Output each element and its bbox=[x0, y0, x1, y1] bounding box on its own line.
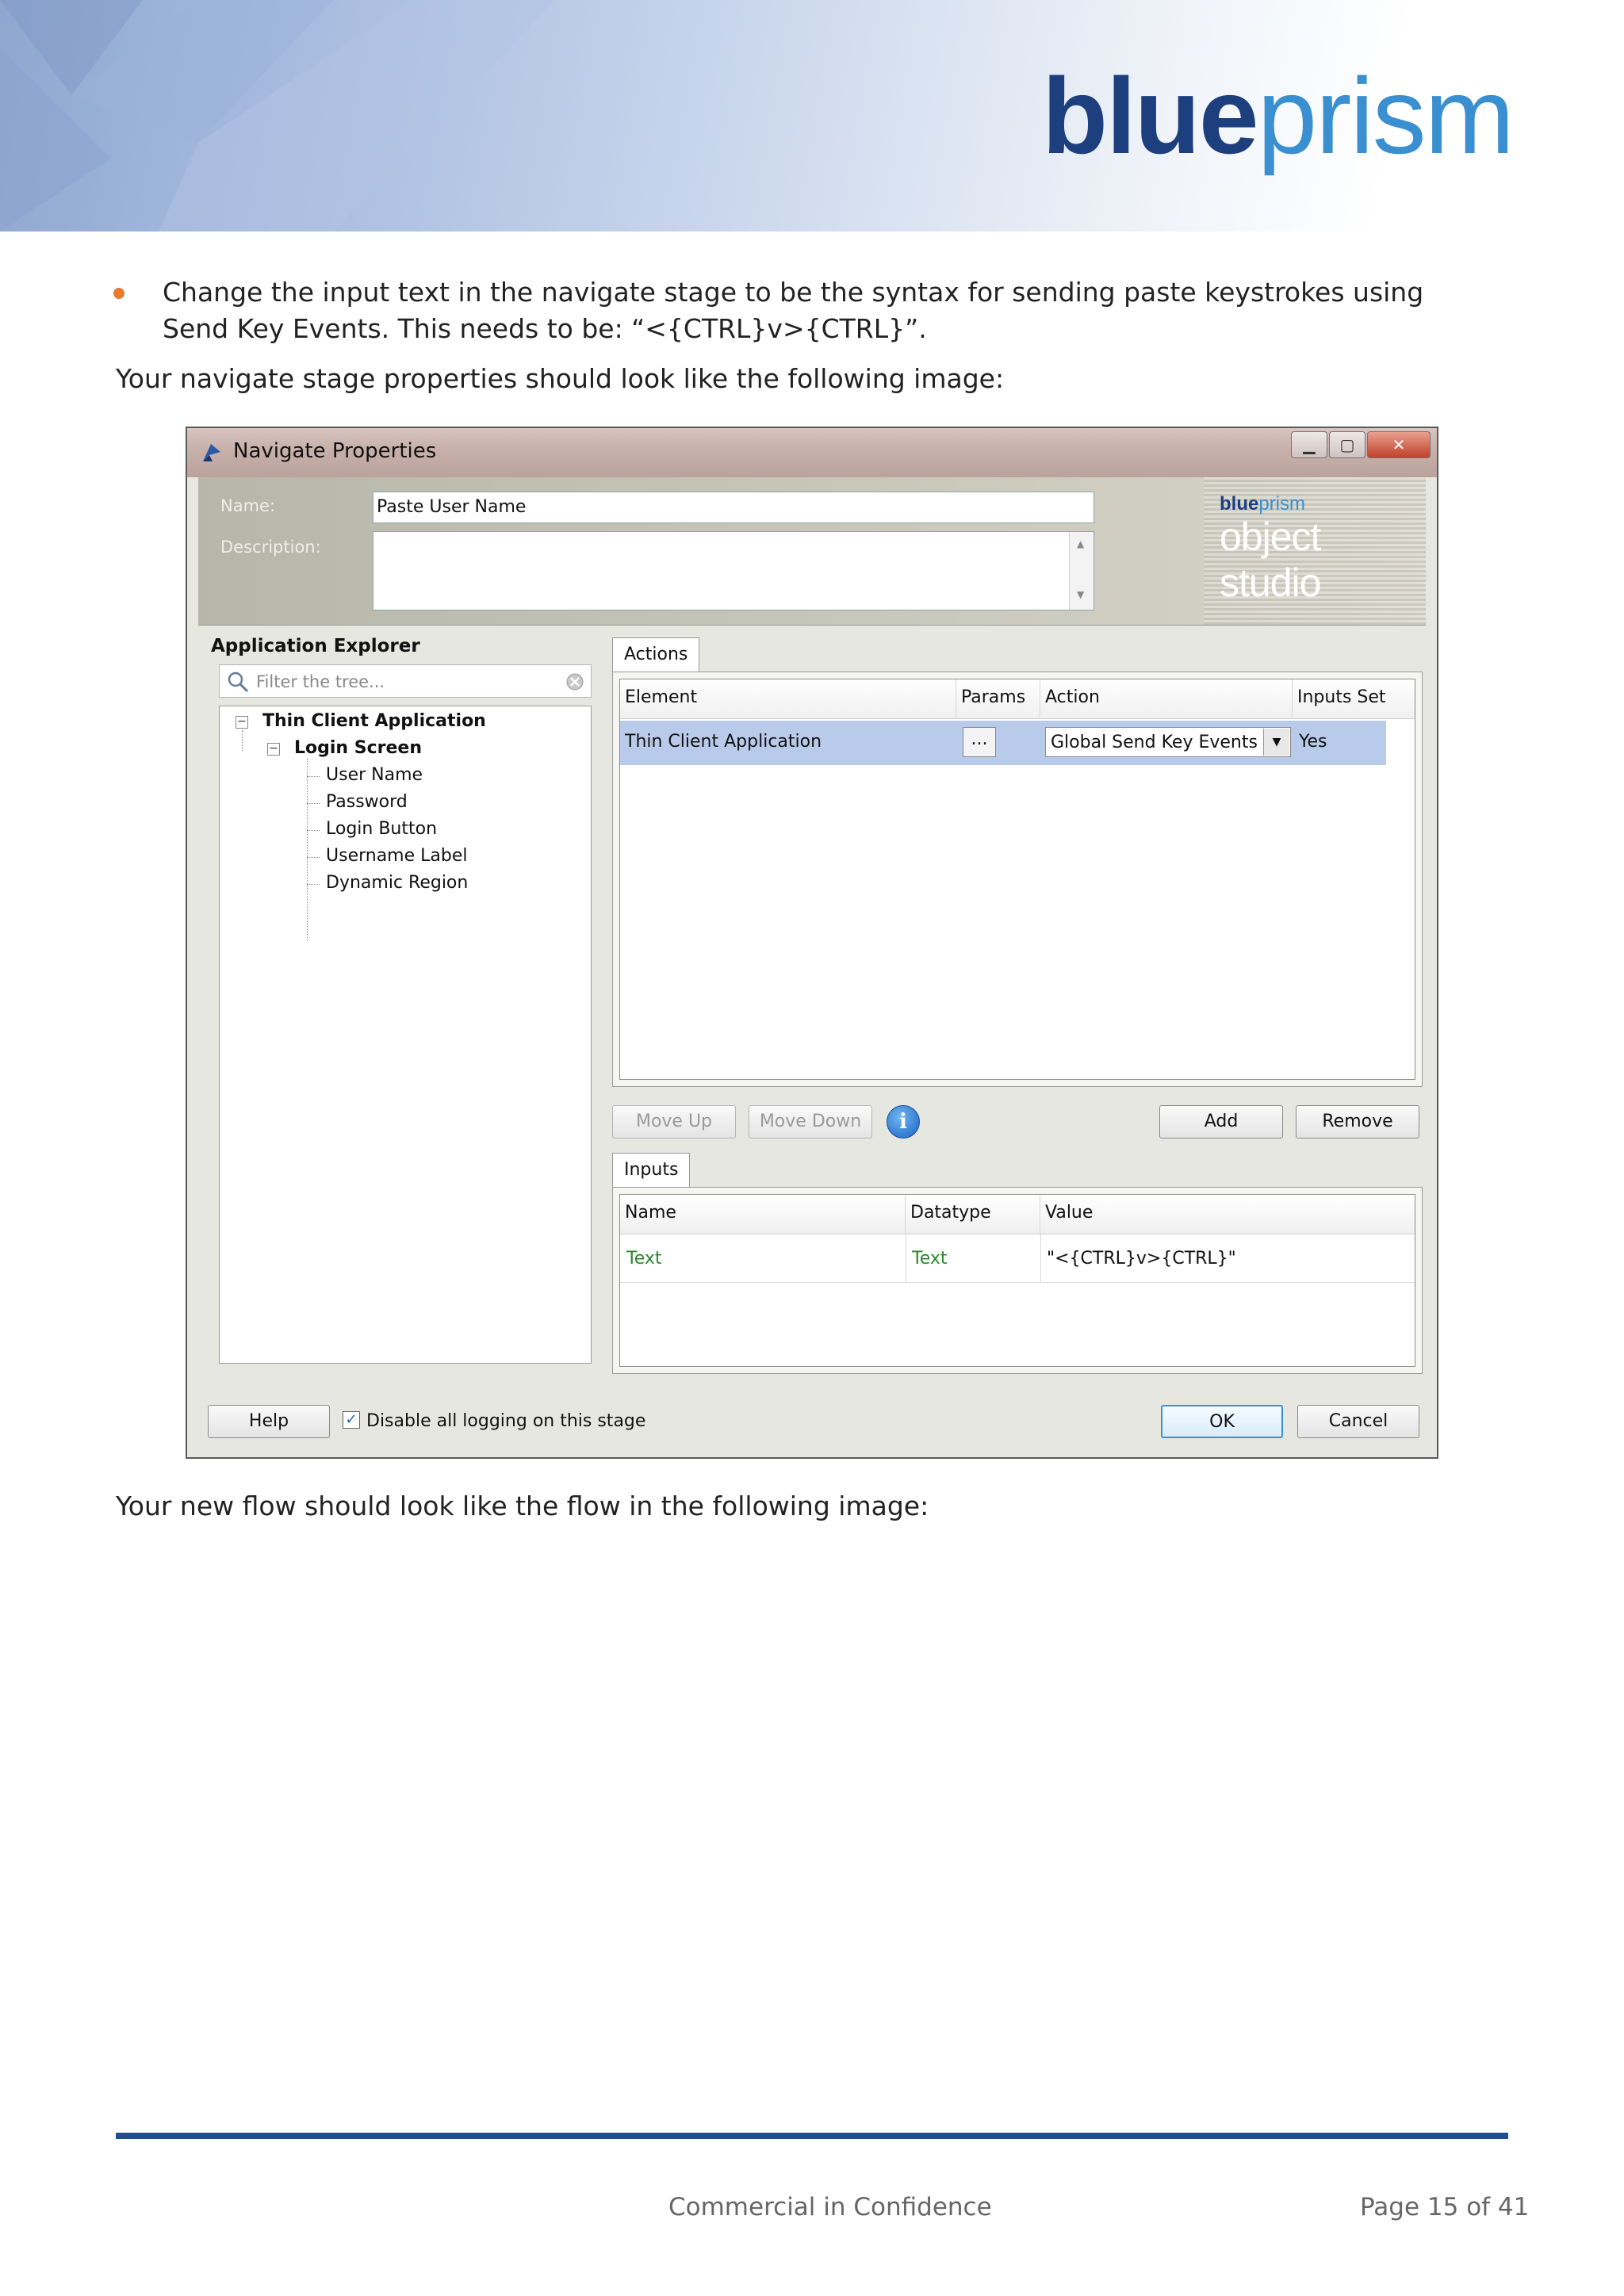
header-decoration bbox=[0, 0, 555, 232]
table-row[interactable]: Thin Client Application ... Global Send … bbox=[620, 721, 1386, 765]
description-scrollbar[interactable]: ▲ ▼ bbox=[1069, 532, 1094, 610]
clear-icon[interactable] bbox=[565, 672, 584, 691]
tree-node-element[interactable]: Username Label bbox=[326, 846, 468, 866]
description-field[interactable]: ▲ ▼ bbox=[373, 531, 1094, 610]
tab-actions[interactable]: Actions bbox=[612, 637, 700, 672]
inputs-panel: Name Datatype Value Text Text "<{CTRL}v>… bbox=[612, 1187, 1423, 1374]
move-down-button[interactable]: Move Down bbox=[749, 1105, 872, 1138]
dialog-titlebar: Navigate Properties ▁ ▢ ✕ bbox=[187, 428, 1437, 477]
scroll-up-icon[interactable]: ▲ bbox=[1077, 538, 1084, 549]
cell-input-datatype: Text bbox=[912, 1249, 948, 1269]
move-up-button[interactable]: Move Up bbox=[612, 1105, 736, 1138]
bullet-dot-icon bbox=[113, 288, 124, 299]
disable-logging-checkbox[interactable]: ✓ bbox=[343, 1411, 360, 1429]
application-explorer-title: Application Explorer bbox=[211, 636, 420, 656]
brand-object-studio: object studio bbox=[1220, 515, 1321, 605]
remove-button[interactable]: Remove bbox=[1296, 1105, 1419, 1138]
tree-node-element[interactable]: Login Button bbox=[326, 819, 437, 839]
actions-grid: Element Params Action Inputs Set Thin Cl… bbox=[619, 679, 1415, 1080]
cell-element: Thin Client Application bbox=[625, 732, 822, 752]
tree-connector bbox=[307, 830, 320, 831]
logo-prism: prism bbox=[1257, 55, 1515, 176]
tree-node-element[interactable]: User Name bbox=[326, 765, 423, 785]
name-field[interactable]: Paste User Name bbox=[373, 492, 1094, 523]
application-tree[interactable]: − Thin Client Application − Login Screen… bbox=[219, 706, 592, 1364]
tree-node-login-screen[interactable]: Login Screen bbox=[294, 738, 422, 758]
action-dropdown-value: Global Send Key Events bbox=[1051, 733, 1258, 752]
brand-small-blue: blue bbox=[1220, 493, 1259, 515]
maximize-icon[interactable]: ▢ bbox=[1329, 431, 1365, 458]
brand-small-logo: blueprism bbox=[1220, 493, 1305, 515]
window-controls: ▁ ▢ ✕ bbox=[1289, 431, 1431, 458]
tab-inputs[interactable]: Inputs bbox=[612, 1153, 691, 1188]
tree-connector bbox=[242, 730, 243, 751]
brand-small-prism: prism bbox=[1258, 493, 1306, 515]
footer-rule bbox=[116, 2133, 1508, 2139]
footer-confidentiality: Commercial in Confidence bbox=[668, 2193, 992, 2221]
disable-logging-label: Disable all logging on this stage bbox=[366, 1411, 646, 1431]
info-icon[interactable]: i bbox=[887, 1105, 920, 1138]
paragraph-flow-intro: Your new flow should look like the flow … bbox=[116, 1490, 929, 1521]
tree-connector bbox=[307, 759, 308, 941]
column-header-action[interactable]: Action bbox=[1040, 679, 1293, 719]
tree-connector bbox=[307, 884, 320, 885]
stage-properties-band: Name: Paste User Name Description: ▲ ▼ b… bbox=[198, 477, 1426, 626]
column-header-name[interactable]: Name bbox=[620, 1195, 906, 1234]
bullet-text: Change the input text in the navigate st… bbox=[163, 277, 1424, 344]
filter-placeholder: Filter the tree... bbox=[256, 672, 385, 691]
column-header-element[interactable]: Element bbox=[620, 679, 956, 719]
scroll-down-icon[interactable]: ▼ bbox=[1077, 589, 1084, 600]
params-button[interactable]: ... bbox=[963, 727, 996, 757]
navigate-properties-dialog: Navigate Properties ▁ ▢ ✕ Name: Paste Us… bbox=[186, 427, 1438, 1459]
collapse-icon[interactable]: − bbox=[267, 743, 280, 756]
close-icon[interactable]: ✕ bbox=[1367, 431, 1431, 458]
table-row[interactable]: Text Text "<{CTRL}v>{CTRL}" bbox=[620, 1234, 1415, 1283]
tree-connector bbox=[307, 803, 320, 804]
cell-divider bbox=[1040, 1234, 1041, 1282]
description-label: Description: bbox=[220, 538, 321, 557]
filter-tree-input[interactable]: Filter the tree... bbox=[219, 664, 592, 698]
add-button[interactable]: Add bbox=[1159, 1105, 1283, 1138]
minimize-icon[interactable]: ▁ bbox=[1291, 431, 1327, 458]
navigate-stage-icon bbox=[203, 444, 220, 461]
page-number: Page 15 of 41 bbox=[1360, 2193, 1530, 2221]
page-header-banner: blueprism bbox=[0, 0, 1624, 232]
collapse-icon[interactable]: − bbox=[236, 716, 248, 729]
tree-node-element[interactable]: Password bbox=[326, 792, 408, 812]
column-header-value[interactable]: Value bbox=[1040, 1195, 1415, 1234]
name-label: Name: bbox=[220, 496, 276, 515]
ok-button[interactable]: OK bbox=[1161, 1405, 1283, 1438]
blueprism-logo: blueprism bbox=[1042, 62, 1515, 170]
tree-connector bbox=[307, 776, 320, 777]
logo-blue: blue bbox=[1041, 55, 1259, 176]
column-header-datatype[interactable]: Datatype bbox=[906, 1195, 1040, 1234]
inputs-grid: Name Datatype Value Text Text "<{CTRL}v>… bbox=[619, 1194, 1415, 1367]
tree-connector bbox=[307, 857, 320, 858]
dialog-title: Navigate Properties bbox=[233, 439, 437, 463]
tree-node-element[interactable]: Dynamic Region bbox=[326, 873, 468, 893]
help-button[interactable]: Help bbox=[208, 1405, 330, 1438]
action-dropdown[interactable]: Global Send Key Events ▼ bbox=[1045, 727, 1291, 757]
cancel-button[interactable]: Cancel bbox=[1297, 1405, 1419, 1438]
cell-input-name: Text bbox=[626, 1249, 662, 1269]
bullet-item: Change the input text in the navigate st… bbox=[113, 274, 1495, 347]
search-icon bbox=[228, 672, 249, 693]
actions-panel: Element Params Action Inputs Set Thin Cl… bbox=[612, 672, 1423, 1087]
cell-inputs-set: Yes bbox=[1299, 732, 1327, 752]
tree-node-thin-client-application[interactable]: Thin Client Application bbox=[262, 711, 486, 731]
cell-input-value[interactable]: "<{CTRL}v>{CTRL}" bbox=[1047, 1249, 1236, 1269]
paragraph-properties-intro: Your navigate stage properties should lo… bbox=[116, 363, 1005, 394]
chevron-down-icon[interactable]: ▼ bbox=[1263, 729, 1289, 756]
column-header-params[interactable]: Params bbox=[956, 679, 1040, 719]
column-header-inputs-set[interactable]: Inputs Set bbox=[1293, 679, 1415, 719]
